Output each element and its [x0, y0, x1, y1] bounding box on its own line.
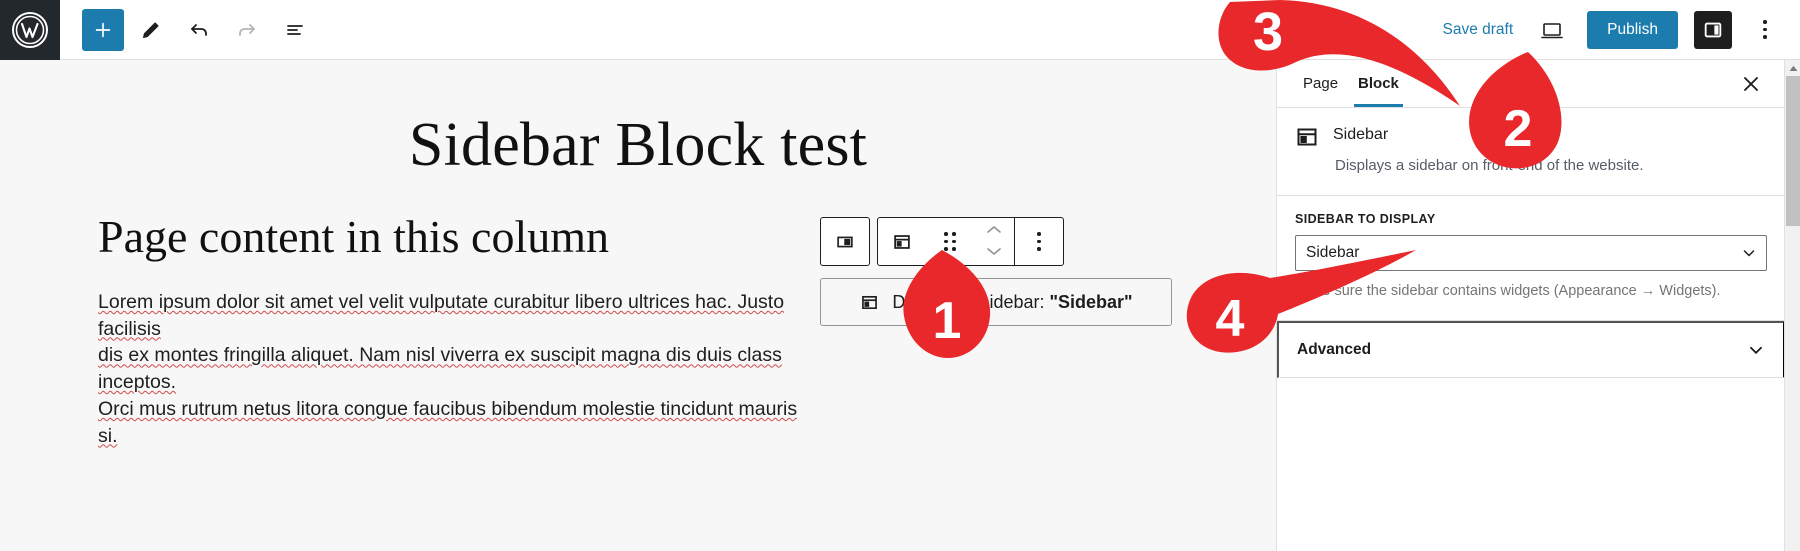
paragraph-line: Lorem ipsum dolor sit amet vel velit vul…: [98, 291, 785, 340]
advanced-accordion-label: Advanced: [1297, 340, 1372, 358]
redo-button[interactable]: [226, 9, 268, 51]
preview-desktop-icon: [1541, 22, 1563, 38]
sidebar-block-icon: [862, 295, 878, 309]
add-block-button[interactable]: [82, 8, 124, 51]
move-block-up-button[interactable]: [984, 223, 1004, 238]
block-type-button[interactable]: [878, 218, 926, 265]
drag-handle-button[interactable]: [926, 218, 974, 265]
plus-icon: [95, 22, 111, 37]
editor-canvas: Sidebar Block test Page content in this …: [0, 60, 1276, 551]
settings-sidebar-toggle[interactable]: [1694, 10, 1732, 49]
block-info-panel: Sidebar Displays a sidebar on front-end …: [1277, 108, 1785, 196]
block-info-body: Displays a sidebar on front-end of the w…: [1295, 155, 1767, 177]
settings-sidebar-inner: Page Block Sidebar Displays a sidebar on…: [1277, 60, 1785, 551]
block-toolbar: [820, 217, 1064, 266]
wordpress-editor-screen: Save draft Publish Sidebar Block test Pa…: [0, 0, 1800, 551]
content-column: Page content in this column Lorem ipsum …: [98, 210, 798, 449]
sidebar-to-display-select[interactable]: Sidebar: [1295, 234, 1767, 271]
sidebar-block-label: Displaying sidebar: "Sidebar": [892, 292, 1132, 313]
kebab-menu-icon: [1037, 232, 1041, 251]
scroll-up-arrow[interactable]: [1785, 60, 1800, 76]
toolbar-left-group: [60, 8, 316, 51]
publish-button[interactable]: Publish: [1587, 10, 1678, 49]
drag-handle-icon: [944, 232, 956, 251]
block-movers: [974, 223, 1014, 260]
pencil-icon: [143, 21, 159, 38]
chevron-down-icon: [987, 248, 1001, 255]
content-paragraph[interactable]: Lorem ipsum dolor sit amet vel velit vul…: [98, 289, 798, 449]
sidebar-block-icon: [894, 234, 910, 249]
save-draft-button[interactable]: Save draft: [1439, 15, 1518, 45]
wordpress-logo-icon[interactable]: [0, 0, 60, 60]
chevron-up-icon: [1789, 65, 1797, 71]
sidebar-to-display-panel: SIDEBAR TO DISPLAY Sidebar Make sure the…: [1277, 196, 1785, 321]
more-options-button[interactable]: [1748, 11, 1782, 49]
content-heading[interactable]: Page content in this column: [98, 210, 798, 263]
sidebar-select-wrapper: Sidebar: [1295, 234, 1767, 271]
scrollbar-thumb[interactable]: [1786, 76, 1800, 226]
sidebar-block-label-prefix: Displaying sidebar:: [892, 291, 1050, 312]
edit-mode-button[interactable]: [130, 9, 172, 51]
chevron-up-icon: [987, 226, 1001, 233]
select-parent-block-button[interactable]: [821, 218, 869, 265]
paragraph-line: dis ex montes fringilla aliquet. Nam nis…: [98, 344, 782, 394]
paragraph-line: Orci mus rutrum netus litora congue fauc…: [98, 397, 798, 447]
settings-sidebar: Page Block Sidebar Displays a sidebar on…: [1276, 60, 1800, 551]
sidebar-to-display-label: SIDEBAR TO DISPLAY: [1295, 211, 1436, 226]
sidebar-block-label-value: "Sidebar": [1049, 291, 1133, 312]
kebab-menu-icon: [1763, 20, 1767, 39]
list-view-button[interactable]: [274, 9, 316, 51]
undo-button[interactable]: [178, 9, 220, 51]
settings-sidebar-icon: [1704, 22, 1722, 37]
close-sidebar-button[interactable]: [1733, 66, 1769, 102]
list-view-icon: [287, 24, 303, 35]
chevron-down-icon: [1750, 346, 1762, 354]
editor-top-toolbar: Save draft Publish: [0, 0, 1800, 60]
advanced-accordion[interactable]: Advanced: [1277, 320, 1785, 378]
parent-block-group: [820, 217, 870, 266]
sidebar-scrollbar[interactable]: [1784, 60, 1800, 551]
block-info-description: Displays a sidebar on front-end of the w…: [1335, 157, 1644, 174]
block-controls-group: [877, 217, 1064, 266]
sidebar-block-preview[interactable]: Displaying sidebar: "Sidebar": [820, 278, 1172, 326]
sidebar-block-icon: [1297, 128, 1317, 146]
redo-icon: [239, 23, 255, 36]
block-info-header: Sidebar: [1295, 124, 1767, 149]
columns-icon: [837, 236, 853, 247]
block-info-title: Sidebar: [1333, 126, 1389, 143]
undo-icon: [191, 23, 207, 36]
block-options-button[interactable]: [1015, 218, 1063, 265]
close-icon: [1744, 76, 1758, 91]
tab-block[interactable]: Block: [1348, 61, 1409, 107]
post-title[interactable]: Sidebar Block test: [0, 60, 1276, 181]
settings-tabs: Page Block: [1277, 60, 1785, 108]
move-block-down-button[interactable]: [984, 245, 1004, 260]
sidebar-to-display-help: Make sure the sidebar contains widgets (…: [1295, 282, 1721, 299]
toolbar-right-group: Save draft Publish: [1439, 10, 1800, 49]
tab-page[interactable]: Page: [1293, 61, 1348, 106]
preview-button[interactable]: [1533, 11, 1571, 49]
